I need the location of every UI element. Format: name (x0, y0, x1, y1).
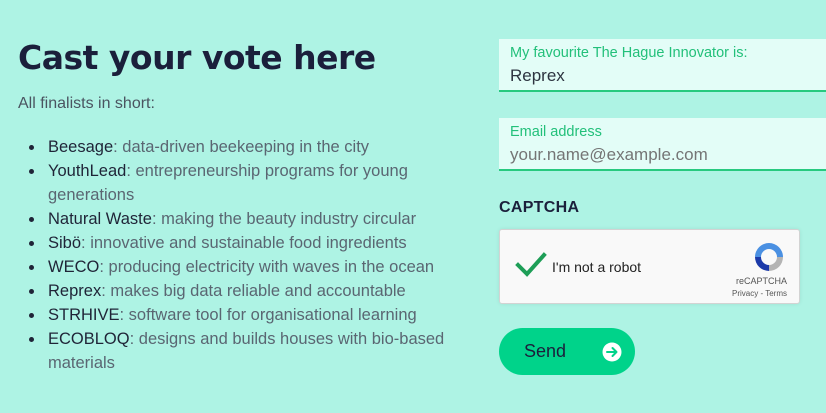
recaptcha-widget: I'm not a robot reCAPTCHA Privacy - Term… (499, 229, 800, 304)
not-robot-label: I'm not a robot (552, 259, 642, 275)
finalists-subtitle: All finalists in short: (18, 95, 155, 112)
list-item: WECO: producing electricity with waves i… (29, 255, 488, 279)
captcha-title: CAPTCHA (499, 199, 580, 216)
list-item: Reprex: makes big data reliable and acco… (29, 279, 488, 303)
list-item: Sibö: innovative and sustainable food in… (29, 231, 488, 255)
finalist-name: Reprex (48, 282, 102, 300)
finalist-name: Beesage (48, 138, 114, 156)
favourite-label: My favourite The Hague Innovator is: (510, 45, 748, 61)
checkmark-icon[interactable] (514, 250, 548, 280)
finalist-name: Sibö (48, 234, 82, 252)
list-item: STRHIVE: software tool for organisationa… (29, 303, 488, 327)
email-label: Email address (510, 124, 602, 140)
finalists-list: Beesage: data-driven beekeeping in the c… (18, 135, 488, 375)
list-item: Natural Waste: making the beauty industr… (29, 207, 488, 231)
intro-section: Cast your vote here All finalists in sho… (18, 38, 488, 375)
finalist-desc: : data-driven beekeeping in the city (113, 138, 370, 156)
finalist-desc: : innovative and sustainable food ingred… (81, 234, 407, 252)
finalist-desc: : making the beauty industry circular (151, 210, 417, 228)
finalist-desc: : producing electricity with waves in th… (99, 258, 435, 276)
finalist-name: Natural Waste (48, 210, 152, 228)
vote-form: My favourite The Hague Innovator is: Rep… (499, 39, 826, 375)
list-item: ECOBLOQ: designs and builds houses with … (29, 327, 488, 375)
list-item: Beesage: data-driven beekeeping in the c… (29, 135, 488, 159)
send-label: Send (524, 341, 567, 361)
finalist-name: STRHIVE (48, 306, 120, 324)
recaptcha-links: Privacy - Terms (732, 289, 787, 298)
finalist-name: ECOBLOQ (48, 330, 130, 348)
finalist-name: YouthLead (48, 162, 127, 180)
send-button[interactable]: Send (499, 328, 635, 375)
page-title: Cast your vote here (18, 38, 376, 77)
terms-link[interactable]: Terms (765, 289, 787, 298)
email-field[interactable] (510, 145, 815, 165)
arrow-right-circle-icon (602, 342, 622, 361)
privacy-link[interactable]: Privacy (732, 289, 758, 298)
favourite-select[interactable]: Reprex (510, 66, 815, 86)
list-item: YouthLead: entrepreneurship programs for… (29, 159, 488, 207)
recaptcha-brand: reCAPTCHA (735, 276, 787, 286)
email-field-wrapper[interactable]: Email address (499, 118, 826, 171)
finalist-desc: : software tool for organisational learn… (119, 306, 417, 324)
finalist-name: WECO (48, 258, 100, 276)
recaptcha-logo-icon (755, 243, 783, 271)
favourite-field[interactable]: My favourite The Hague Innovator is: Rep… (499, 39, 826, 92)
finalist-desc: : makes big data reliable and accountabl… (101, 282, 406, 300)
